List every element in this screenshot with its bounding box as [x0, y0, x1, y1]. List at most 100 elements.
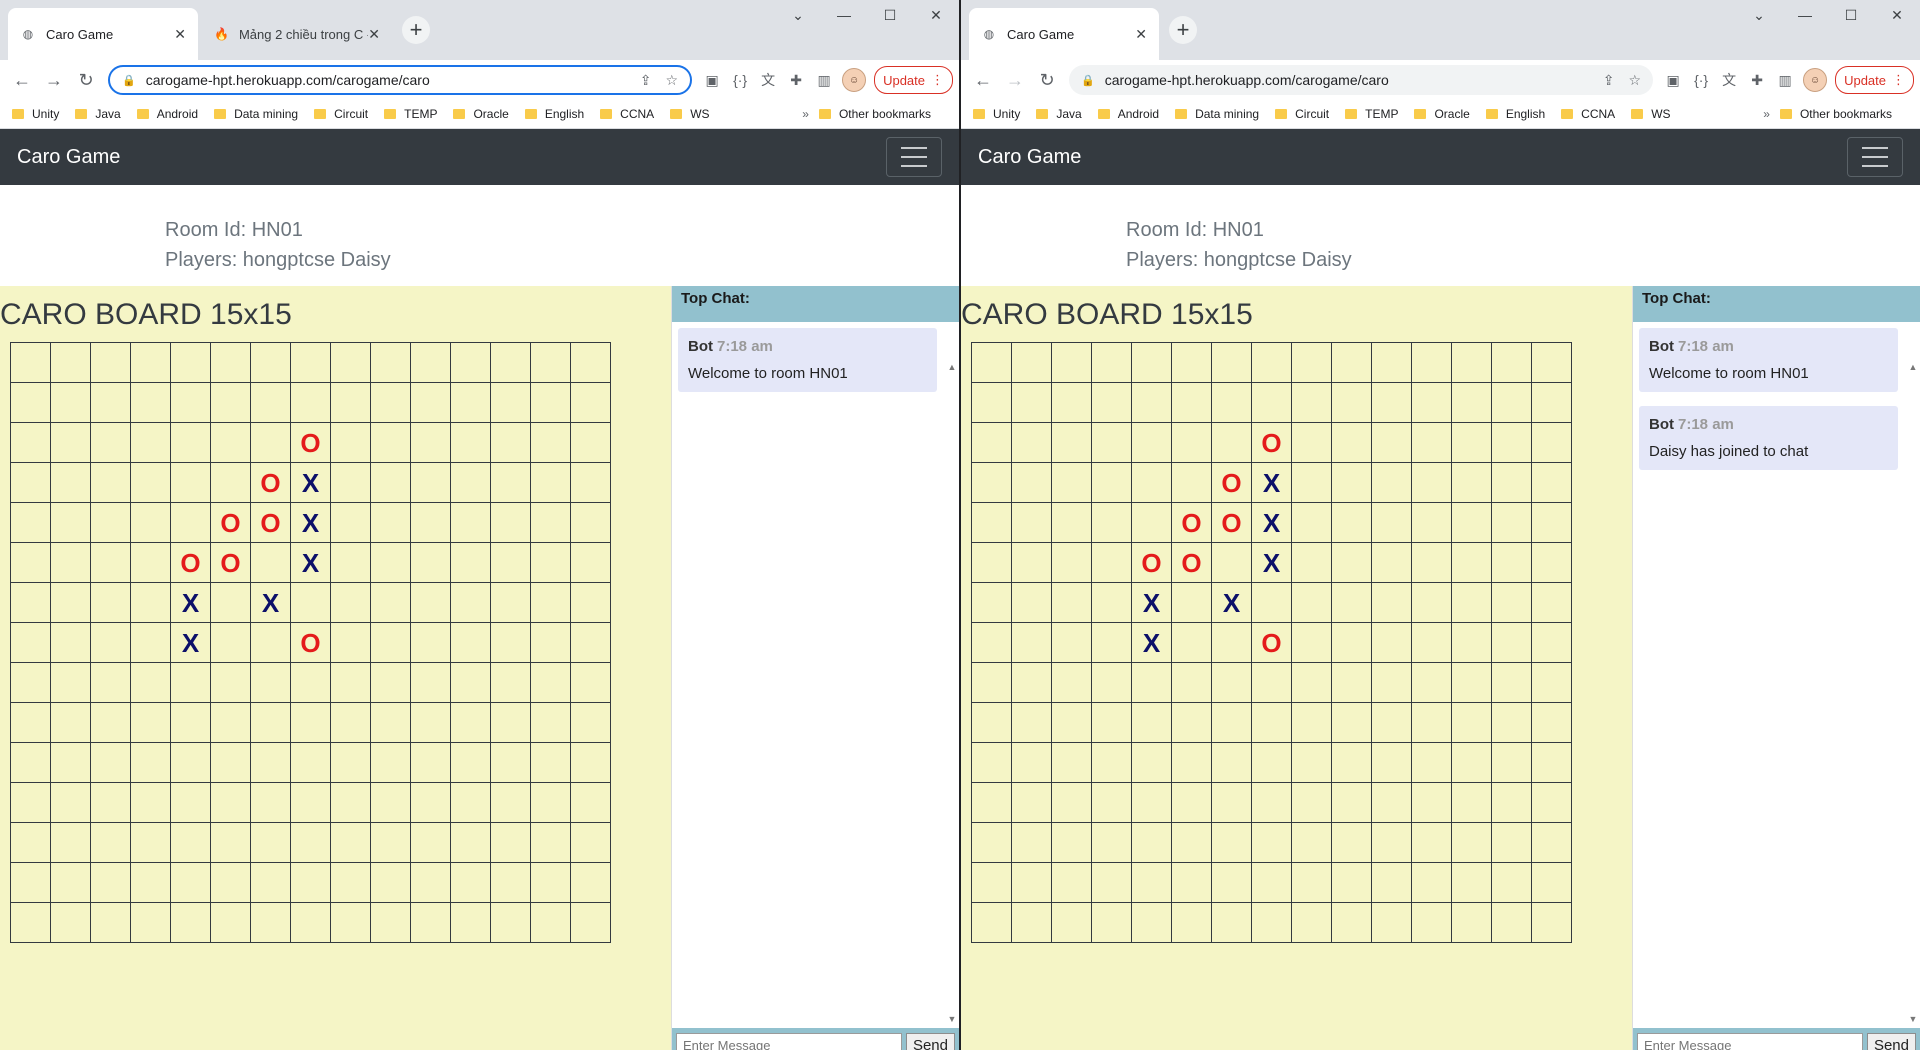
board-cell[interactable] [170, 382, 211, 423]
board-cell[interactable] [450, 742, 491, 783]
board-cell[interactable] [1531, 462, 1572, 503]
o-mark[interactable]: O [250, 502, 291, 543]
board-cell[interactable] [1531, 502, 1572, 543]
board-cell[interactable] [50, 742, 91, 783]
board-cell[interactable] [1251, 702, 1292, 743]
board-cell[interactable] [1091, 662, 1132, 703]
board-cell[interactable] [1051, 822, 1092, 863]
board-cell[interactable] [1051, 662, 1092, 703]
board-cell[interactable] [450, 342, 491, 383]
navbar-brand[interactable]: Caro Game [978, 146, 1081, 169]
board-cell[interactable] [1251, 862, 1292, 903]
board-cell[interactable] [971, 582, 1012, 623]
board-cell[interactable] [1131, 902, 1172, 943]
board-cell[interactable] [1531, 382, 1572, 423]
board-cell[interactable] [1171, 462, 1212, 503]
board-cell[interactable] [1331, 702, 1372, 743]
share-icon[interactable]: ⇪ [1603, 72, 1615, 89]
board-cell[interactable] [1331, 342, 1372, 383]
board-cell[interactable] [1171, 702, 1212, 743]
board-cell[interactable] [410, 422, 451, 463]
x-mark[interactable]: X [290, 502, 331, 543]
board-cell[interactable] [250, 342, 291, 383]
board-cell[interactable] [570, 582, 611, 623]
board-cell[interactable] [1491, 542, 1532, 583]
maximize-button[interactable]: ☐ [1828, 0, 1874, 30]
board-cell[interactable] [50, 542, 91, 583]
profile-avatar[interactable]: ☺ [842, 68, 867, 92]
board-cell[interactable] [330, 702, 371, 743]
board-cell[interactable] [410, 902, 451, 943]
board-cell[interactable] [210, 582, 251, 623]
board-cell[interactable] [570, 702, 611, 743]
bookmark-folder[interactable]: Circuit [1275, 107, 1329, 121]
board-cell[interactable] [971, 822, 1012, 863]
board-cell[interactable] [1211, 902, 1252, 943]
board-cell[interactable] [210, 422, 251, 463]
board-cell[interactable] [1051, 902, 1092, 943]
board-cell[interactable] [971, 782, 1012, 823]
forward-button[interactable]: → [999, 64, 1031, 96]
board-cell[interactable] [1131, 822, 1172, 863]
back-button[interactable]: ← [6, 64, 38, 96]
update-button[interactable]: Update ⋮ [1835, 66, 1914, 94]
board-cell[interactable] [1371, 622, 1412, 663]
board-cell[interactable] [1011, 382, 1052, 423]
board-cell[interactable] [50, 422, 91, 463]
x-mark[interactable]: X [250, 582, 291, 623]
board-cell[interactable] [971, 462, 1012, 503]
board-cell[interactable] [1091, 822, 1132, 863]
board-cell[interactable] [290, 582, 331, 623]
board-cell[interactable] [490, 862, 531, 903]
board-cell[interactable] [1011, 782, 1052, 823]
board-cell[interactable] [570, 542, 611, 583]
board-cell[interactable] [530, 502, 571, 543]
board-cell[interactable] [490, 342, 531, 383]
minimize-button[interactable]: — [1782, 0, 1828, 30]
o-mark[interactable]: O [250, 462, 291, 503]
board-cell[interactable] [330, 782, 371, 823]
board-cell[interactable] [1171, 382, 1212, 423]
board-cell[interactable] [1531, 822, 1572, 863]
board-cell[interactable] [490, 542, 531, 583]
board-cell[interactable] [1371, 382, 1412, 423]
board-cell[interactable] [1331, 902, 1372, 943]
board-cell[interactable] [210, 622, 251, 663]
board-cell[interactable] [1531, 742, 1572, 783]
board-cell[interactable] [530, 862, 571, 903]
board-cell[interactable] [50, 582, 91, 623]
board-cell[interactable] [1331, 622, 1372, 663]
board-cell[interactable] [130, 622, 171, 663]
x-mark[interactable]: X [170, 582, 211, 623]
board-cell[interactable] [1171, 742, 1212, 783]
board-cell[interactable] [1091, 342, 1132, 383]
board-cell[interactable] [570, 662, 611, 703]
board-cell[interactable] [330, 462, 371, 503]
scroll-down-icon[interactable]: ▼ [1908, 1014, 1918, 1024]
board-cell[interactable] [130, 382, 171, 423]
board-cell[interactable] [1491, 582, 1532, 623]
board-cell[interactable] [370, 702, 411, 743]
board-cell[interactable] [1131, 422, 1172, 463]
board-cell[interactable] [170, 862, 211, 903]
board-cell[interactable] [170, 502, 211, 543]
board-cell[interactable] [971, 382, 1012, 423]
board-cell[interactable] [1491, 742, 1532, 783]
board-cell[interactable] [210, 462, 251, 503]
board-cell[interactable] [971, 542, 1012, 583]
board-cell[interactable] [1371, 822, 1412, 863]
bookmark-folder[interactable]: WS [1631, 107, 1671, 121]
extension-icon[interactable]: ▣ [698, 66, 726, 94]
x-mark[interactable]: X [1251, 502, 1292, 543]
board-cell[interactable] [90, 742, 131, 783]
bookmark-folder[interactable]: Android [136, 107, 198, 121]
board-cell[interactable] [1051, 342, 1092, 383]
board-cell[interactable] [1091, 702, 1132, 743]
message-input[interactable] [1637, 1033, 1863, 1050]
board-cell[interactable] [530, 702, 571, 743]
board-cell[interactable] [330, 902, 371, 943]
board-cell[interactable] [1451, 622, 1492, 663]
board-cell[interactable] [370, 342, 411, 383]
extension-braces-icon[interactable]: {·} [726, 66, 754, 94]
board-cell[interactable] [410, 462, 451, 503]
